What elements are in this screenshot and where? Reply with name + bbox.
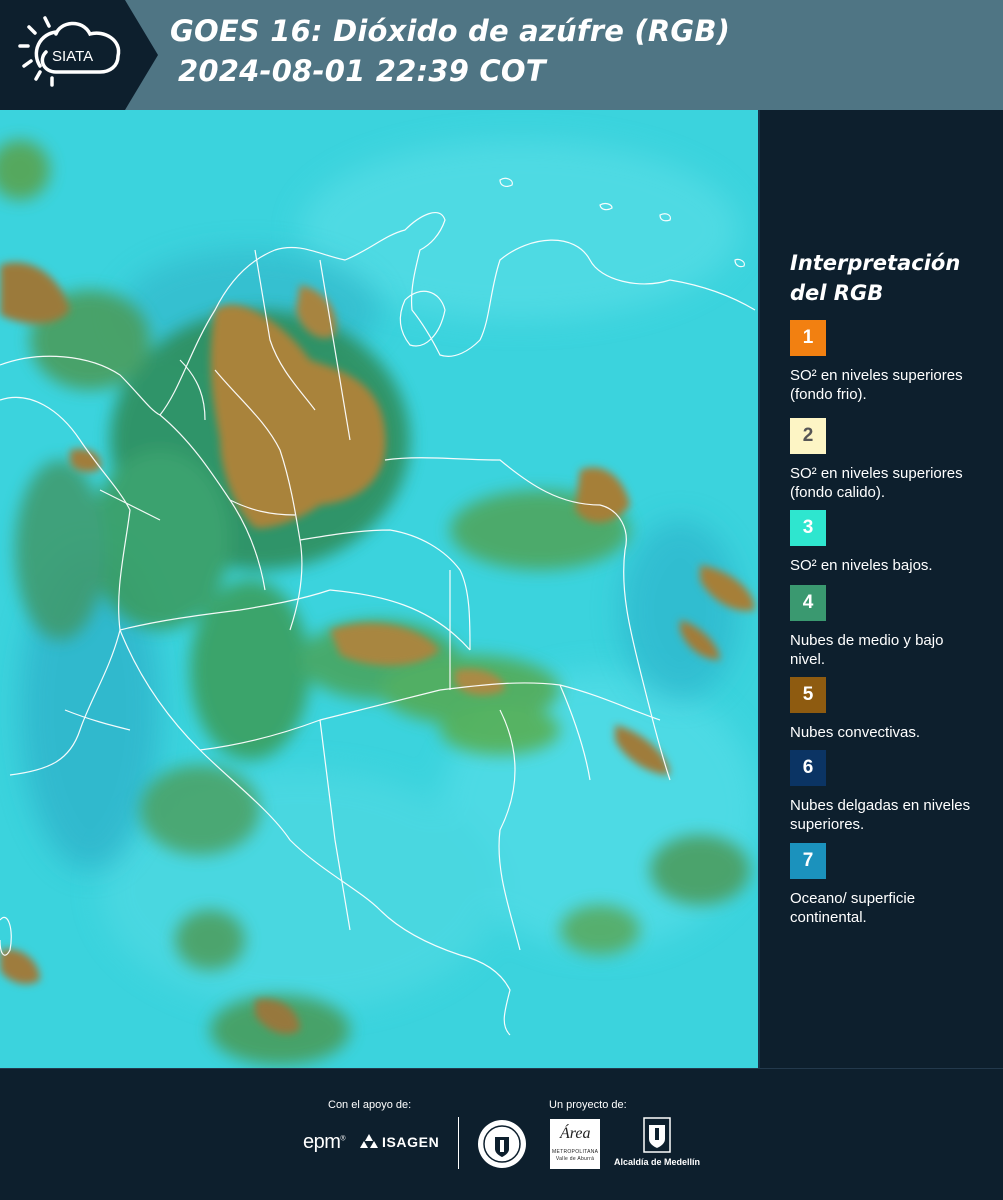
legend-item: 6 Nubes delgadas en niveles superiores. xyxy=(790,750,1000,834)
isagen-logo: ISAGEN xyxy=(360,1134,439,1150)
legend-item-text: Nubes de medio y bajo nivel. xyxy=(790,632,944,668)
footer-divider xyxy=(458,1117,459,1169)
siata-logo: SIATA xyxy=(0,0,158,110)
legend-swatch: 4 xyxy=(790,585,826,621)
header-bar: SIATA GOES 16: Dióxido de azúfre (RGB) 2… xyxy=(0,0,1003,110)
legend-item-text: SO² en niveles bajos. xyxy=(790,557,933,574)
legend-swatch: 1 xyxy=(790,320,826,356)
isagen-icon xyxy=(360,1134,378,1148)
siata-logo-text: SIATA xyxy=(52,48,93,65)
area-logo-word: Área xyxy=(560,1125,591,1142)
legend-swatch: 6 xyxy=(790,750,826,786)
epm-logo: epm® xyxy=(303,1131,346,1153)
legend-item: 5 Nubes convectivas. xyxy=(790,677,1000,742)
alcaldia-logo-text: Alcaldía de Medellín xyxy=(613,1157,701,1167)
legend-item: 7 Oceano/ superficie continental. xyxy=(790,843,1000,927)
satellite-map xyxy=(0,110,758,1068)
legend-item-text: Nubes convectivas. xyxy=(790,724,921,741)
legend-swatch: 7 xyxy=(790,843,826,879)
legend-title: Interpretación del RGB xyxy=(790,248,1000,308)
legend-swatch: 3 xyxy=(790,510,826,546)
area-logo-subtitle: METROPOLITANA Valle de Aburrá xyxy=(552,1149,599,1162)
seal-icon xyxy=(478,1120,526,1168)
legend-swatch: 5 xyxy=(790,677,826,713)
legend-item: 3 SO² en niveles bajos. xyxy=(790,510,1000,575)
legend-item: 2 SO² en niveles superiores (fondo calido… xyxy=(790,418,1000,502)
legend-item-text: SO² en niveles superiores (fondo frio). xyxy=(790,367,963,403)
page-title: GOES 16: Dióxido de azúfre (RGB) xyxy=(170,14,731,48)
legend-title-line1: Interpretación xyxy=(790,251,961,275)
project-label: Un proyecto de: xyxy=(549,1099,627,1111)
legend-item: 4 Nubes de medio y bajo nivel. xyxy=(790,585,1000,669)
legend-item-text: Nubes delgadas en niveles superiores. xyxy=(790,797,971,833)
support-label: Con el apoyo de: xyxy=(328,1099,412,1111)
satellite-rgb-image xyxy=(0,110,758,1068)
legend-panel: Interpretación del RGB 1 SO² en niveles s… xyxy=(758,110,1003,1068)
legend-item-text: SO² en niveles superiores (fondo calido)… xyxy=(790,465,963,501)
medellin-seal-logo xyxy=(477,1119,527,1174)
page-timestamp: 2024-08-01 22:39 COT xyxy=(178,54,546,88)
legend-item: 1 SO² en niveles superiores (fondo frio). xyxy=(790,320,1000,404)
area-metropolitana-logo: Área METROPOLITANA Valle de Aburrá xyxy=(550,1119,600,1169)
epm-logo-text: epm xyxy=(303,1131,341,1153)
legend-title-line2: del RGB xyxy=(790,281,884,305)
alcaldia-medellin-logo: Alcaldía de Medellín xyxy=(612,1117,702,1167)
footer: Con el apoyo de: Un proyecto de: epm® IS… xyxy=(0,1068,1003,1200)
legend-item-text: Oceano/ superficie continental. xyxy=(790,890,916,926)
legend-swatch: 2 xyxy=(790,418,826,454)
isagen-logo-text: ISAGEN xyxy=(382,1134,440,1150)
alcaldia-shield-icon xyxy=(643,1117,671,1153)
